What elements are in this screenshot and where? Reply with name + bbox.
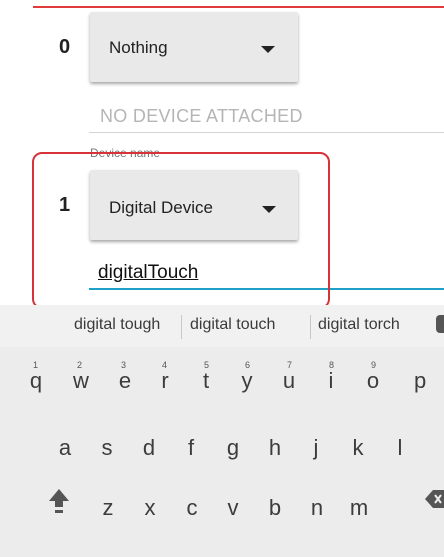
microphone-icon[interactable] — [436, 315, 444, 333]
shift-icon[interactable] — [47, 487, 71, 515]
key-b[interactable]: b — [260, 495, 290, 521]
device-type-spinner-0[interactable]: Nothing — [90, 12, 298, 82]
key-n[interactable]: n — [302, 495, 332, 521]
field-underline-0 — [89, 132, 444, 133]
key-x[interactable]: x — [135, 495, 165, 521]
highlight-annotation — [32, 152, 330, 309]
key-a[interactable]: a — [50, 435, 80, 461]
suggestion-1[interactable]: digital touch — [190, 316, 275, 334]
key-c[interactable]: c — [177, 495, 207, 521]
key-e[interactable]: e — [110, 368, 140, 394]
key-o[interactable]: o — [358, 368, 388, 394]
suggestion-0[interactable]: digital tough — [74, 316, 160, 334]
key-u[interactable]: u — [274, 368, 304, 394]
key-m[interactable]: m — [344, 495, 374, 521]
key-y[interactable]: y — [232, 368, 262, 394]
suggestion-bar: digital tough digital touch digital torc… — [0, 305, 444, 347]
key-q[interactable]: q — [21, 368, 51, 394]
suggestion-2[interactable]: digital torch — [318, 316, 400, 334]
key-i[interactable]: i — [316, 368, 346, 394]
key-r[interactable]: r — [150, 368, 180, 394]
soft-keyboard: digital tough digital touch digital torc… — [0, 305, 444, 557]
backspace-icon[interactable] — [425, 488, 444, 510]
row-index-0: 0 — [59, 36, 71, 58]
key-l[interactable]: l — [385, 435, 415, 461]
key-g[interactable]: g — [218, 435, 248, 461]
suggestion-divider — [181, 315, 182, 339]
key-k[interactable]: k — [343, 435, 373, 461]
device-name-field-0: NO DEVICE ATTACHED — [100, 106, 303, 126]
top-divider — [33, 6, 444, 8]
key-j[interactable]: j — [301, 435, 331, 461]
key-t[interactable]: t — [191, 368, 221, 394]
key-w[interactable]: w — [66, 368, 96, 394]
key-s[interactable]: s — [92, 435, 122, 461]
key-f[interactable]: f — [176, 435, 206, 461]
spinner-label: Nothing — [109, 38, 168, 57]
key-z[interactable]: z — [93, 495, 123, 521]
dropdown-caret-icon — [261, 46, 275, 53]
key-h[interactable]: h — [260, 435, 290, 461]
suggestion-divider — [310, 315, 311, 339]
key-p[interactable]: p — [414, 368, 444, 394]
key-v[interactable]: v — [218, 495, 248, 521]
key-d[interactable]: d — [134, 435, 164, 461]
